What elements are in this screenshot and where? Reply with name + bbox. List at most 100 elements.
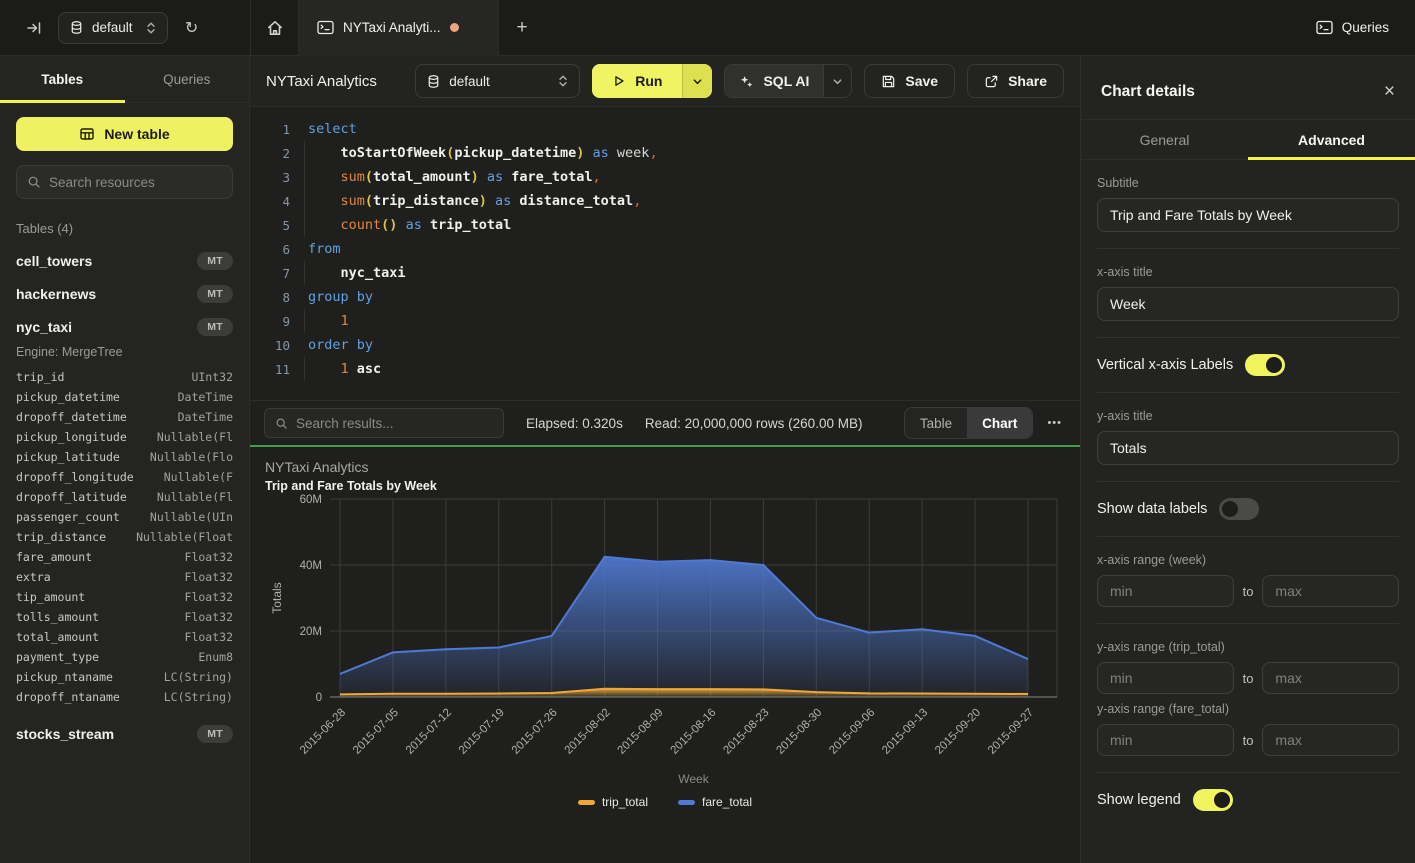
- share-button[interactable]: Share: [967, 64, 1064, 98]
- sql-ai-caret[interactable]: [823, 65, 851, 97]
- y-axis-range-fare-max[interactable]: [1262, 724, 1399, 756]
- column-row: dropoff_ntanameLC(String): [16, 687, 233, 707]
- view-chart-button[interactable]: Chart: [967, 408, 1032, 438]
- results-bar-right: Table Chart •••: [904, 407, 1066, 439]
- column-row: dropoff_longitude Nullable(F: [16, 467, 233, 487]
- run-options-caret[interactable]: [682, 64, 712, 98]
- new-table-button[interactable]: New table: [16, 117, 233, 151]
- sql-ai-button[interactable]: SQL AI: [724, 64, 852, 98]
- y-axis-range-fare-min[interactable]: [1097, 724, 1234, 756]
- results-menu-button[interactable]: •••: [1043, 413, 1066, 433]
- panel-tab-general[interactable]: General: [1081, 120, 1248, 159]
- view-table-button[interactable]: Table: [905, 408, 967, 438]
- column-type: Float32: [185, 590, 233, 604]
- database-selector[interactable]: default: [58, 12, 168, 44]
- divider: [1097, 772, 1399, 773]
- legend-label: trip_total: [602, 795, 648, 809]
- home-button[interactable]: [251, 0, 299, 56]
- column-row: dropoff_datetimeDateTime: [16, 407, 233, 427]
- show-legend-row: Show legend: [1097, 789, 1399, 811]
- table-list-item[interactable]: nyc_taxiMT: [16, 310, 233, 343]
- share-label: Share: [1008, 73, 1047, 89]
- show-legend-label: Show legend: [1097, 792, 1181, 808]
- x-axis-title-field[interactable]: [1097, 287, 1399, 321]
- line-number: 10: [250, 338, 290, 353]
- query-title: NYTaxi Analytics: [266, 73, 377, 90]
- legend-item[interactable]: trip_total: [578, 795, 648, 809]
- panel-title: Chart details: [1101, 83, 1195, 101]
- x-axis-range-min[interactable]: [1097, 575, 1234, 607]
- run-label: Run: [635, 73, 662, 89]
- results-search-input[interactable]: [296, 416, 493, 431]
- x-axis-range-max[interactable]: [1262, 575, 1399, 607]
- show-legend-toggle[interactable]: [1193, 789, 1233, 811]
- table-list-item[interactable]: hackernewsMT: [16, 277, 233, 310]
- show-data-labels-row: Show data labels: [1097, 498, 1399, 520]
- queries-button-label: Queries: [1342, 20, 1389, 35]
- divider: [1097, 481, 1399, 482]
- tab-nytaxi-analytics[interactable]: NYTaxi Analyti...: [299, 0, 499, 56]
- column-name: dropoff_longitude: [16, 470, 134, 484]
- line-number: 3: [250, 170, 290, 185]
- y-axis-range-trip-min[interactable]: [1097, 662, 1234, 694]
- table-list-item[interactable]: cell_towersMT: [16, 244, 233, 277]
- svg-text:20M: 20M: [300, 626, 322, 638]
- home-icon: [266, 19, 284, 37]
- legend-label: fare_total: [702, 795, 752, 809]
- legend-swatch: [678, 800, 695, 805]
- sidebar-tab-queries[interactable]: Queries: [125, 56, 250, 102]
- divider: [1097, 536, 1399, 537]
- collapse-sidebar-button[interactable]: [20, 14, 48, 42]
- sql-code: 1: [290, 313, 349, 329]
- column-row: payment_typeEnum8: [16, 647, 233, 667]
- table-icon: [79, 126, 95, 142]
- line-number: 5: [250, 218, 290, 233]
- column-type: Float32: [185, 550, 233, 564]
- sidebar-tab-tables[interactable]: Tables: [0, 56, 125, 102]
- show-data-labels-toggle[interactable]: [1219, 498, 1259, 520]
- x-axis-range-label: x-axis range (week): [1097, 553, 1399, 567]
- subtitle-field[interactable]: [1097, 198, 1399, 232]
- column-row: passenger_countNullable(UIn: [16, 507, 233, 527]
- y-axis-range-trip-max[interactable]: [1262, 662, 1399, 694]
- sql-code: group by: [290, 289, 373, 305]
- table-list-item[interactable]: stocks_streamMT: [16, 717, 233, 750]
- database-icon: [426, 74, 441, 89]
- sql-line: 9 1: [250, 309, 1080, 333]
- panel-tab-advanced[interactable]: Advanced: [1248, 120, 1415, 159]
- column-type: Float32: [185, 630, 233, 644]
- chart-subtitle: Trip and Fare Totals by Week: [265, 479, 1065, 493]
- save-button[interactable]: Save: [864, 64, 955, 98]
- query-database-selector[interactable]: default: [415, 64, 580, 98]
- vertical-x-labels-toggle[interactable]: [1245, 354, 1285, 376]
- range-separator: to: [1243, 584, 1254, 599]
- column-name: tip_amount: [16, 590, 85, 604]
- new-tab-button[interactable]: +: [499, 0, 545, 56]
- sql-line: 11 1 asc: [250, 357, 1080, 381]
- sql-code: count() as trip_total: [290, 217, 511, 233]
- line-number: 2: [250, 146, 290, 161]
- topbar-left: default ↻: [0, 12, 250, 44]
- refresh-button[interactable]: ↻: [178, 14, 206, 42]
- sql-line: 3 sum(total_amount) as fare_total,: [250, 165, 1080, 189]
- column-type: Nullable(Fl: [157, 430, 233, 444]
- divider: [1097, 337, 1399, 338]
- column-type: DateTime: [178, 410, 233, 424]
- column-type: Nullable(F: [164, 470, 233, 484]
- column-name: trip_id: [16, 370, 64, 384]
- sql-code: sum(trip_distance) as distance_total,: [290, 193, 641, 209]
- queries-button[interactable]: Queries: [1316, 20, 1389, 35]
- sql-editor[interactable]: 1select 2 toStartOfWeek(pickup_datetime) …: [250, 107, 1080, 400]
- run-button[interactable]: Run: [592, 64, 712, 98]
- resources-search-input[interactable]: [49, 175, 226, 190]
- sql-line: 1select: [250, 117, 1080, 141]
- divider: [1097, 248, 1399, 249]
- results-chart: 020M40M60M2015-06-282015-07-052015-07-12…: [265, 493, 1065, 793]
- column-row: pickup_ntanameLC(String): [16, 667, 233, 687]
- y-axis-title-label: y-axis title: [1097, 409, 1399, 423]
- sql-code: toStartOfWeek(pickup_datetime) as week,: [290, 145, 658, 161]
- close-panel-button[interactable]: ×: [1384, 82, 1395, 101]
- y-axis-title-field[interactable]: [1097, 431, 1399, 465]
- legend-item[interactable]: fare_total: [678, 795, 752, 809]
- column-name: passenger_count: [16, 510, 120, 524]
